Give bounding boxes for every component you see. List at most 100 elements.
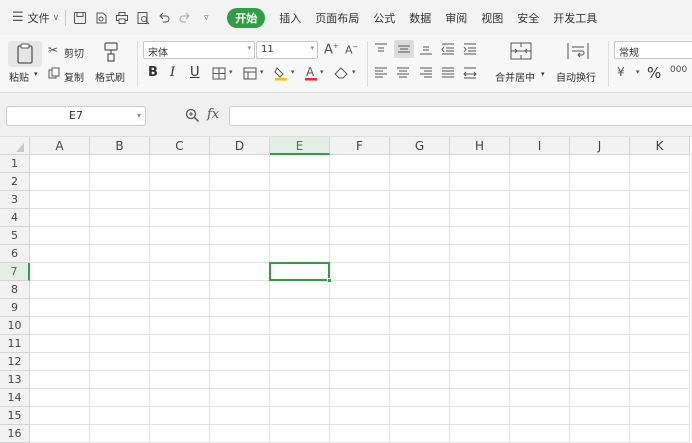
cell-C10[interactable] xyxy=(150,317,210,335)
merge-center-button[interactable]: 合并居中 xyxy=(495,69,535,84)
cell-J7[interactable] xyxy=(570,263,630,281)
row-header[interactable]: 2 xyxy=(0,173,30,191)
fx-button[interactable]: fx xyxy=(207,107,219,122)
cell-H16[interactable] xyxy=(450,425,510,443)
undo-icon[interactable] xyxy=(156,10,172,26)
cell-I7[interactable] xyxy=(510,263,570,281)
cell-E2[interactable] xyxy=(270,173,330,191)
cell-F8[interactable] xyxy=(330,281,390,299)
cell-B1[interactable] xyxy=(90,155,150,173)
cell-E5[interactable] xyxy=(270,227,330,245)
align-left-icon[interactable] xyxy=(374,67,388,82)
cell-H3[interactable] xyxy=(450,191,510,209)
spreadsheet-grid[interactable]: A B C D E F G H I J K 1 2 3 4 5 6 7 8 9 10 11 12 13 14 15 16 xyxy=(0,137,692,443)
cell-B3[interactable] xyxy=(90,191,150,209)
chevron-down-icon[interactable]: ▾ xyxy=(320,68,324,76)
cell-G10[interactable] xyxy=(390,317,450,335)
cell-B16[interactable] xyxy=(90,425,150,443)
cell-K4[interactable] xyxy=(630,209,690,227)
cell-I4[interactable] xyxy=(510,209,570,227)
cell-I5[interactable] xyxy=(510,227,570,245)
font-name-select[interactable]: 宋体 ▾ xyxy=(143,41,255,59)
cell-C14[interactable] xyxy=(150,389,210,407)
cell-H14[interactable] xyxy=(450,389,510,407)
cell-A4[interactable] xyxy=(30,209,90,227)
cell-I12[interactable] xyxy=(510,353,570,371)
cell-B5[interactable] xyxy=(90,227,150,245)
cell-B4[interactable] xyxy=(90,209,150,227)
cell-A5[interactable] xyxy=(30,227,90,245)
cell-C15[interactable] xyxy=(150,407,210,425)
cell-I9[interactable] xyxy=(510,299,570,317)
column-header[interactable]: J xyxy=(570,137,630,155)
cell-K9[interactable] xyxy=(630,299,690,317)
cell-E15[interactable] xyxy=(270,407,330,425)
cell-C9[interactable] xyxy=(150,299,210,317)
cell-C1[interactable] xyxy=(150,155,210,173)
row-header[interactable]: 9 xyxy=(0,299,30,317)
copy-icon[interactable] xyxy=(48,67,60,82)
cell-F12[interactable] xyxy=(330,353,390,371)
cell-I11[interactable] xyxy=(510,335,570,353)
column-header[interactable]: E xyxy=(270,137,330,155)
indent-increase-icon[interactable] xyxy=(463,43,477,58)
paste-button[interactable]: 粘贴 xyxy=(9,69,29,84)
cell-A9[interactable] xyxy=(30,299,90,317)
justify-icon[interactable] xyxy=(441,67,455,82)
cell-G14[interactable] xyxy=(390,389,450,407)
cell-J10[interactable] xyxy=(570,317,630,335)
cell-G3[interactable] xyxy=(390,191,450,209)
cell-B10[interactable] xyxy=(90,317,150,335)
column-header[interactable]: B xyxy=(90,137,150,155)
cell-A6[interactable] xyxy=(30,245,90,263)
font-size-select[interactable]: 11 ▾ xyxy=(256,41,318,59)
cell-A8[interactable] xyxy=(30,281,90,299)
column-header[interactable]: G xyxy=(390,137,450,155)
cell-C12[interactable] xyxy=(150,353,210,371)
cell-J15[interactable] xyxy=(570,407,630,425)
cell-D14[interactable] xyxy=(210,389,270,407)
cell-C11[interactable] xyxy=(150,335,210,353)
cell-H4[interactable] xyxy=(450,209,510,227)
cell-K13[interactable] xyxy=(630,371,690,389)
cell-K5[interactable] xyxy=(630,227,690,245)
cell-F9[interactable] xyxy=(330,299,390,317)
cell-F1[interactable] xyxy=(330,155,390,173)
number-format-select[interactable]: 常规 xyxy=(614,41,692,59)
cell-B14[interactable] xyxy=(90,389,150,407)
cell-G1[interactable] xyxy=(390,155,450,173)
cell-D7[interactable] xyxy=(210,263,270,281)
cell-J9[interactable] xyxy=(570,299,630,317)
cell-D1[interactable] xyxy=(210,155,270,173)
cell-G16[interactable] xyxy=(390,425,450,443)
cell-B6[interactable] xyxy=(90,245,150,263)
cell-J14[interactable] xyxy=(570,389,630,407)
cell-E3[interactable] xyxy=(270,191,330,209)
cell-E6[interactable] xyxy=(270,245,330,263)
cell-C7[interactable] xyxy=(150,263,210,281)
cell-B7[interactable] xyxy=(90,263,150,281)
cell-A11[interactable] xyxy=(30,335,90,353)
column-header[interactable]: H xyxy=(450,137,510,155)
cell-E12[interactable] xyxy=(270,353,330,371)
cell-F16[interactable] xyxy=(330,425,390,443)
bold-button[interactable]: B xyxy=(148,65,158,80)
file-menu[interactable]: 文件 xyxy=(28,10,50,26)
underline-button[interactable]: U xyxy=(190,65,200,80)
cell-B9[interactable] xyxy=(90,299,150,317)
cell-C13[interactable] xyxy=(150,371,210,389)
cell-E10[interactable] xyxy=(270,317,330,335)
row-header[interactable]: 3 xyxy=(0,191,30,209)
cell-K15[interactable] xyxy=(630,407,690,425)
cell-A7[interactable] xyxy=(30,263,90,281)
indent-decrease-icon[interactable] xyxy=(441,43,455,58)
column-header[interactable]: C xyxy=(150,137,210,155)
cell-F5[interactable] xyxy=(330,227,390,245)
row-header[interactable]: 8 xyxy=(0,281,30,299)
merge-center-icon[interactable] xyxy=(509,41,533,64)
cell-style-icon[interactable] xyxy=(243,67,257,83)
formula-input[interactable] xyxy=(229,106,692,126)
cell-J3[interactable] xyxy=(570,191,630,209)
cell-C5[interactable] xyxy=(150,227,210,245)
cell-I16[interactable] xyxy=(510,425,570,443)
